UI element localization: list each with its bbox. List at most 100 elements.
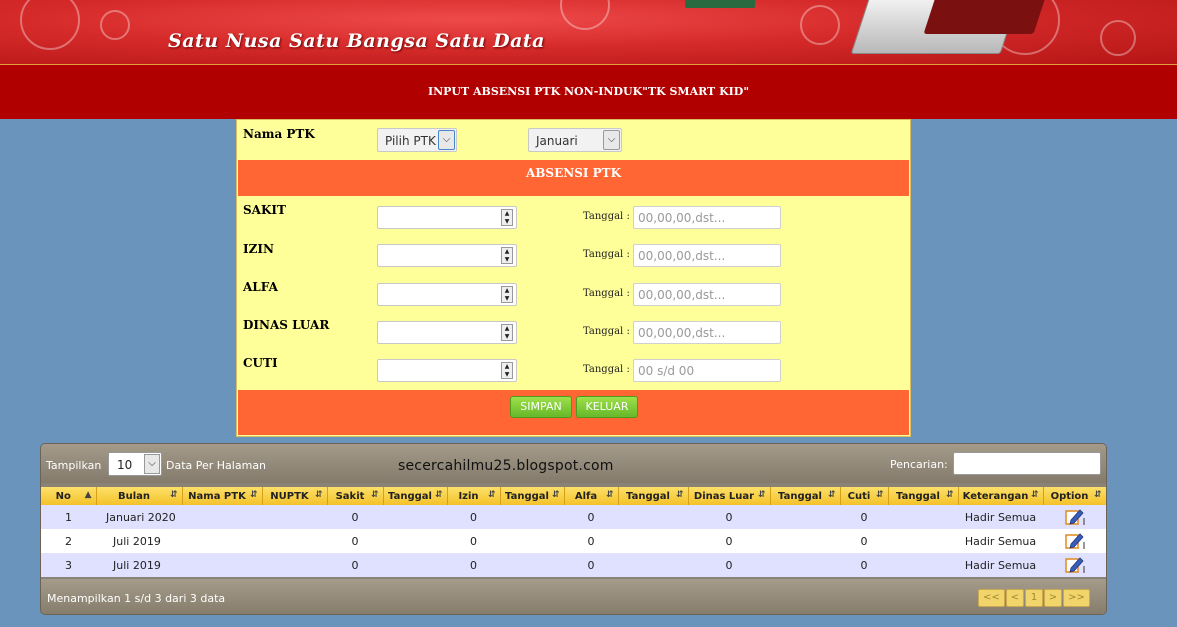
tanggal-label: Tanggal : (583, 249, 630, 260)
column-header[interactable]: Option ⇵ (1043, 487, 1106, 505)
table-header-row: No ▲ Bulan ⇵ Nama PTK ⇵ NUPTK ⇵ Sakit ⇵ Tangg… (41, 487, 1106, 505)
cuti-label: CUTI (243, 356, 278, 370)
page-length-select[interactable]: 10 ⌵ (108, 452, 162, 476)
tanggal-label: Tanggal : (583, 288, 630, 299)
title-bar: INPUT ABSENSI PTK NON-INDUK"TK SMART KID… (0, 64, 1177, 119)
sakit-tanggal-input[interactable]: 00,00,00,dst... (633, 206, 781, 229)
sort-icon: ⇵ (370, 490, 379, 500)
spinner-icon[interactable]: ▲ ▼ (501, 324, 513, 341)
form-footer-bar (238, 390, 909, 435)
spinner-icon[interactable]: ▲ ▼ (501, 247, 513, 264)
pilih-ptk-select[interactable]: Pilih PTK ⌵ (377, 128, 457, 152)
spinner-icon[interactable]: ▲ ▼ (501, 209, 513, 226)
edit-pencil-icon[interactable] (1064, 508, 1085, 526)
column-header[interactable]: Bulan ⇵ (96, 487, 183, 505)
next-page-button[interactable]: > (1044, 589, 1062, 607)
sort-icon: ⇵ (1093, 490, 1102, 500)
absensi-table: No ▲ Bulan ⇵ Nama PTK ⇵ NUPTK ⇵ Sakit ⇵ Tangg… (41, 487, 1106, 577)
search-input[interactable] (953, 452, 1101, 475)
sort-icon: ⇵ (434, 490, 443, 500)
edit-pencil-icon[interactable] (1064, 556, 1085, 574)
page-title: INPUT ABSENSI PTK NON-INDUK"TK SMART KID… (427, 85, 750, 98)
table-footer: Menampilkan 1 s/d 3 dari 3 data << < 1 >… (41, 579, 1106, 614)
sort-icon: ⇵ (249, 490, 258, 500)
sort-icon: ⇵ (875, 490, 884, 500)
pilih-ptk-value: Pilih PTK (385, 134, 436, 148)
tanggal-label: Tanggal : (583, 364, 630, 375)
search-label: Pencarian: (890, 458, 948, 471)
chevron-down-icon: ⌵ (603, 130, 620, 150)
column-header[interactable]: Nama PTK ⇵ (182, 487, 263, 505)
keluar-button[interactable]: KELUAR (576, 396, 638, 418)
column-header[interactable]: Tanggal ⇵ (500, 487, 565, 505)
sort-icon: ⇵ (1030, 490, 1039, 500)
simpan-button[interactable]: SIMPAN (510, 396, 572, 418)
sort-asc-icon: ▲ (84, 490, 92, 500)
alfa-tanggal-input[interactable]: 00,00,00,dst... (633, 283, 781, 306)
dinas-luar-label: DINAS LUAR (243, 318, 330, 332)
column-header[interactable]: Cuti ⇵ (840, 487, 889, 505)
bulan-value: Januari (536, 134, 578, 148)
sort-icon: ⇵ (945, 490, 954, 500)
dinas-luar-input[interactable]: ▲ ▼ (377, 321, 517, 344)
edit-pencil-icon[interactable] (1064, 532, 1085, 550)
pagination: << < 1 > >> (978, 589, 1091, 607)
sort-icon: ⇵ (605, 490, 614, 500)
column-header[interactable]: Izin ⇵ (447, 487, 501, 505)
spinner-icon[interactable]: ▲ ▼ (501, 362, 513, 379)
last-page-button[interactable]: >> (1063, 589, 1090, 607)
absensi-section-header: ABSENSI PTK (238, 160, 909, 196)
izin-input[interactable]: ▲ ▼ (377, 244, 517, 267)
sort-icon: ⇵ (314, 490, 323, 500)
alfa-input[interactable]: ▲ ▼ (377, 283, 517, 306)
per-page-label: Data Per Halaman (166, 459, 267, 472)
sort-icon: ⇵ (551, 490, 560, 500)
izin-label: IZIN (243, 242, 274, 256)
column-header[interactable]: Tanggal ⇵ (770, 487, 841, 505)
column-header[interactable]: Tanggal ⇵ (618, 487, 689, 505)
column-header[interactable]: Keterangan ⇵ (958, 487, 1044, 505)
column-header[interactable]: Tanggal ⇵ (888, 487, 959, 505)
sakit-label: SAKIT (243, 203, 286, 217)
column-header[interactable]: Tanggal ⇵ (383, 487, 448, 505)
page-length-value: 10 (117, 458, 133, 472)
table-row: 1 Januari 2020 0 0 0 0 0 Hadir Semua (41, 505, 1106, 529)
chevron-down-icon: ⌵ (144, 454, 160, 474)
chevron-down-icon: ⌵ (438, 130, 455, 150)
option-cell (1043, 505, 1106, 529)
dinas-luar-tanggal-input[interactable]: 00,00,00,dst... (633, 321, 781, 344)
first-page-button[interactable]: << (978, 589, 1005, 607)
show-label: Tampilkan (46, 459, 102, 472)
sort-icon: ⇵ (169, 490, 178, 500)
column-header[interactable]: Sakit ⇵ (327, 487, 384, 505)
sort-icon: ⇵ (757, 490, 766, 500)
cuti-input[interactable]: ▲ ▼ (377, 359, 517, 382)
absensi-form: Nama PTK Pilih PTK ⌵ Januari ⌵ ABSENSI P… (236, 119, 911, 437)
column-header[interactable]: No ▲ (41, 487, 97, 505)
column-header[interactable]: Alfa ⇵ (564, 487, 619, 505)
column-header[interactable]: NUPTK ⇵ (262, 487, 328, 505)
table-info: Menampilkan 1 s/d 3 dari 3 data (47, 592, 226, 605)
tanggal-label: Tanggal : (583, 211, 630, 222)
sort-icon: ⇵ (675, 490, 684, 500)
banner-tagline: Satu Nusa Satu Bangsa Satu Data (168, 30, 545, 52)
page-1-button[interactable]: 1 (1025, 589, 1043, 607)
alfa-label: ALFA (243, 280, 278, 294)
blog-watermark: secercahilmu25.blogspot.com (398, 458, 614, 474)
tanggal-label: Tanggal : (583, 326, 630, 337)
bulan-select[interactable]: Januari ⌵ (528, 128, 622, 152)
column-header[interactable]: Dinas Luar ⇵ (688, 487, 771, 505)
data-table-panel: Tampilkan 10 ⌵ Data Per Halaman secercah… (40, 443, 1107, 615)
prev-page-button[interactable]: < (1006, 589, 1024, 607)
sort-icon: ⇵ (487, 490, 496, 500)
table-row: 2 Juli 2019 0 0 0 0 0 Hadir Semua (41, 529, 1106, 553)
izin-tanggal-input[interactable]: 00,00,00,dst... (633, 244, 781, 267)
sakit-input[interactable]: ▲ ▼ (377, 206, 517, 229)
table-row: 3 Juli 2019 0 0 0 0 0 Hadir Semua (41, 553, 1106, 577)
sort-icon: ⇵ (827, 490, 836, 500)
cuti-tanggal-input[interactable]: 00 s/d 00 (633, 359, 781, 382)
section-title: ABSENSI PTK (525, 166, 622, 180)
spinner-icon[interactable]: ▲ ▼ (501, 286, 513, 303)
header-banner: Satu Nusa Satu Bangsa Satu Data (0, 0, 1177, 64)
option-cell (1043, 529, 1106, 553)
